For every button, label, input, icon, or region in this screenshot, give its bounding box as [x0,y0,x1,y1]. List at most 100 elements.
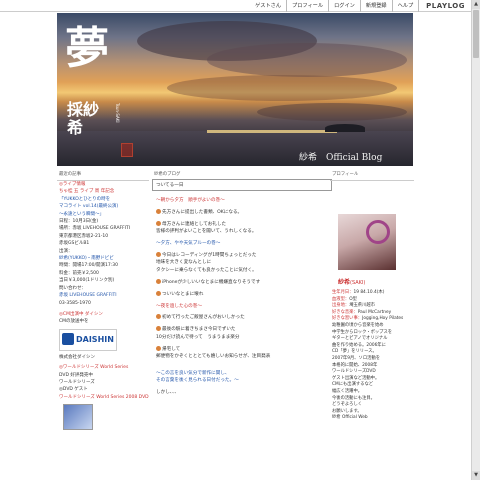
entry-line-text: ついいなとまに壊れ [162,291,204,297]
tv-title: ◎ワールドシリーズ World Series [59,365,129,371]
entry-line-text: 〜この言を良い気分で新作に関し、 [156,370,230,376]
profile-value: CD「夢」をリリース。 [332,349,377,355]
header-banner[interactable]: 夢 採紗 希 Tsun-SAKI 紗希 Official Blog [57,13,413,166]
daishin-banner[interactable]: DAISHIN [59,328,117,351]
emoji-icon [156,290,161,296]
scroll-thumb[interactable] [473,10,479,58]
entry-line: 最後の駅に着きちまさ今日でずいた [156,326,328,333]
entry-line-text: その言葉を後く見られる日付だった。〜 [156,377,239,383]
profile-line: CD「夢」をリリース。 [332,349,414,356]
entry-line-text: 皆様の評判がよいことを聞いて、うれしくなる。 [156,229,257,235]
entry-line: 母方さんに連絡としてお礼した [156,220,328,228]
entry-line: その言葉を後く見られる日付だった。〜 [156,377,328,384]
headphones-shape [366,220,390,244]
live-info-line: 当日￥3,000(1ドリンク別) [59,278,115,284]
cloud-shape [167,75,397,101]
profile-value: 本格的に開始、2008年 [332,362,378,368]
live-info-line: ちゃ桂 五 ライブ 周 年記念 [59,189,115,195]
profile-value: ワールドシリーズDVD [332,369,376,375]
profile-line: ワールドシリーズDVD [332,369,414,376]
emoji-icon [156,278,161,284]
top-link[interactable]: 新規登録 [359,0,392,12]
entry-line: 〜夜を過した心の巻〜 [156,303,328,310]
emoji-icon [156,326,161,332]
top-link[interactable]: ログイン [328,0,360,12]
entry-line-text: 先方さんに提出した書類、OKになる。 [162,209,243,215]
entry-line: タクシーに乗らなくても良かったことに気付く。 [156,267,328,274]
tv-line1: DVD 好評発売中 [59,372,93,378]
profile-value: 幅広く活躍中。 [332,388,363,394]
daishin-banner-sub: 株式会社ダイシン [59,354,95,360]
category-tab[interactable]: 紗希のブログ [152,168,332,177]
entry-line-text: 初めて行ったご飯屋さんがおいしかった [162,315,245,321]
profile-name-reading: (SAKI) [350,280,366,286]
live-info-line: 東京都港区赤坂2-21-10 [59,233,109,239]
live-info-line: 場所：赤坂 LIVEHOUSE GRAFFITI [59,226,131,232]
right-sidebar-header: プロフィール [330,168,414,181]
entry-line-text: タクシーに乗らなくても良かったことに気付く。 [156,267,257,273]
profile-value: CMにも出演するなど [332,382,374,388]
cloud-shape [257,103,407,121]
dvd-cover-image[interactable] [63,404,93,431]
cloud-shape [207,43,407,77]
profile-line: 出身地：埼玉県川越市 [332,303,414,310]
main-content: 紗希のブログ ついてる一日 〜朝から夕方 順手がよいの巻〜 先方さんに提出した書類… [152,168,332,396]
entry-line-text: 帰宅して [162,346,181,352]
profile-name-text: 紗希 [338,279,351,286]
tv-line4[interactable]: ワールドシリーズ World Series 2008 DVD [57,394,149,401]
daishin-banner-text: DAISHIN [76,334,114,344]
emoji-icon [156,252,161,258]
left-sidebar: 最近の記事 ◎ライブ情報 ちゃ桂 五 ライブ 周 年記念 「YUKKOとひとりの時を… [57,168,149,431]
top-link[interactable]: ヘルプ [391,0,419,12]
top-links: ゲストさん プロフィール ログイン 新規登録 ヘルプ PLAYLOG [250,0,471,12]
entry-title[interactable]: ついてる一日 [152,179,332,191]
entry-line-text: 郵便物をかぞくとととても嬉しいお知らせが、注目発表 [156,354,271,360]
scroll-up-arrow-icon[interactable]: ▲ [472,0,480,9]
emoji-icon [156,220,161,226]
live-info-line[interactable]: 〜永遠という瞬間〜」 [57,211,149,218]
profile-value: 埼玉県川越市 [349,303,375,309]
profile-line: ギターとピアノでオリジナル [332,336,414,343]
live-info-line[interactable]: 「YUKKOとひとりの時を [57,196,149,203]
playlog-logo[interactable]: PLAYLOG [418,0,471,12]
profile-line: 紗希 Official Web [332,415,414,422]
profile-photo[interactable] [338,214,396,270]
entry-line-text: 最後の駅に着きちまさ今日でずいた [162,327,236,333]
vertical-scrollbar[interactable]: ▲ ▼ [471,0,480,480]
cm-sub: CMの放送中を [59,319,89,325]
live-info-line[interactable]: 紗希(YUKKO)・南野ドビビ [57,255,149,262]
top-link[interactable]: ゲストさん [250,0,286,12]
profile-line: どうぞよろしく [332,402,414,409]
entry-line-text: 〜夜を過した心の巻〜 [156,303,202,309]
top-link[interactable]: プロフィール [286,0,328,12]
profile-value: 2007年9月、ソロ活動を [332,355,381,361]
profile-line: 幼稚園の頃から音楽を始め [332,323,414,330]
live-info-line: 03-3585-1970 [59,300,91,306]
entry-line: 皆様の評判がよいことを聞いて、うれしくなる。 [156,228,328,235]
entry-body: 〜朝から夕方 順手がよいの巻〜 先方さんに提出した書類、OKになる。 母方さんに連絡… [152,191,332,396]
profile-key: 好きな音楽： [332,309,358,315]
entry-line: 初めて行ったご飯屋さんがおいしかった [156,314,328,321]
live-info-line[interactable]: 赤坂 LIVEHOUSE GRAFFITI [57,292,149,299]
profile-value: 紗希 Official Web [332,415,368,421]
scroll-down-arrow-icon[interactable]: ▼ [472,471,480,480]
profile-value: ゲスト出演など活動中。 [332,375,380,381]
profile-key: 生年月日： [332,290,354,295]
profile-value: どうぞよろしく [332,402,363,408]
logo-kanji: 夢 [65,23,109,74]
live-info-line: ◎ライブ情報 [59,182,86,187]
entry-line-text: 〜夕方、やや天気ブルーの巻〜 [156,241,221,247]
profile-value: Jogging,Hoy Pilates [362,316,404,322]
profile-key: 好きな習い事： [332,316,363,322]
profile-value: 中学生からロック・ポップスを [332,329,393,335]
live-info-line: 問い合わせ： [59,285,86,291]
live-info-line[interactable]: マコライト vol.14(最終公演) [57,203,149,210]
entry-line-text: iPhoneが少しいいなとまに機嫌直なりそうです [162,279,261,285]
seal-stamp [121,143,133,157]
entry-line-text: 今日はレコーディングが1時間ちょっとだった [162,253,257,259]
live-info-list: ◎ライブ情報ちゃ桂 五 ライブ 周 年記念 「YUKKOとひとりの時を マコライト … [57,181,149,307]
tv-line2: ワールドシリーズ [59,379,95,385]
entry-line: 10分だけ読んで待って うまうまま楽分 [156,334,328,341]
entry-line: 郵便物をかぞくとととても嬉しいお知らせが、注目発表 [156,353,328,360]
entry-line-text: 地味を大きく変なんとしに [156,260,212,266]
